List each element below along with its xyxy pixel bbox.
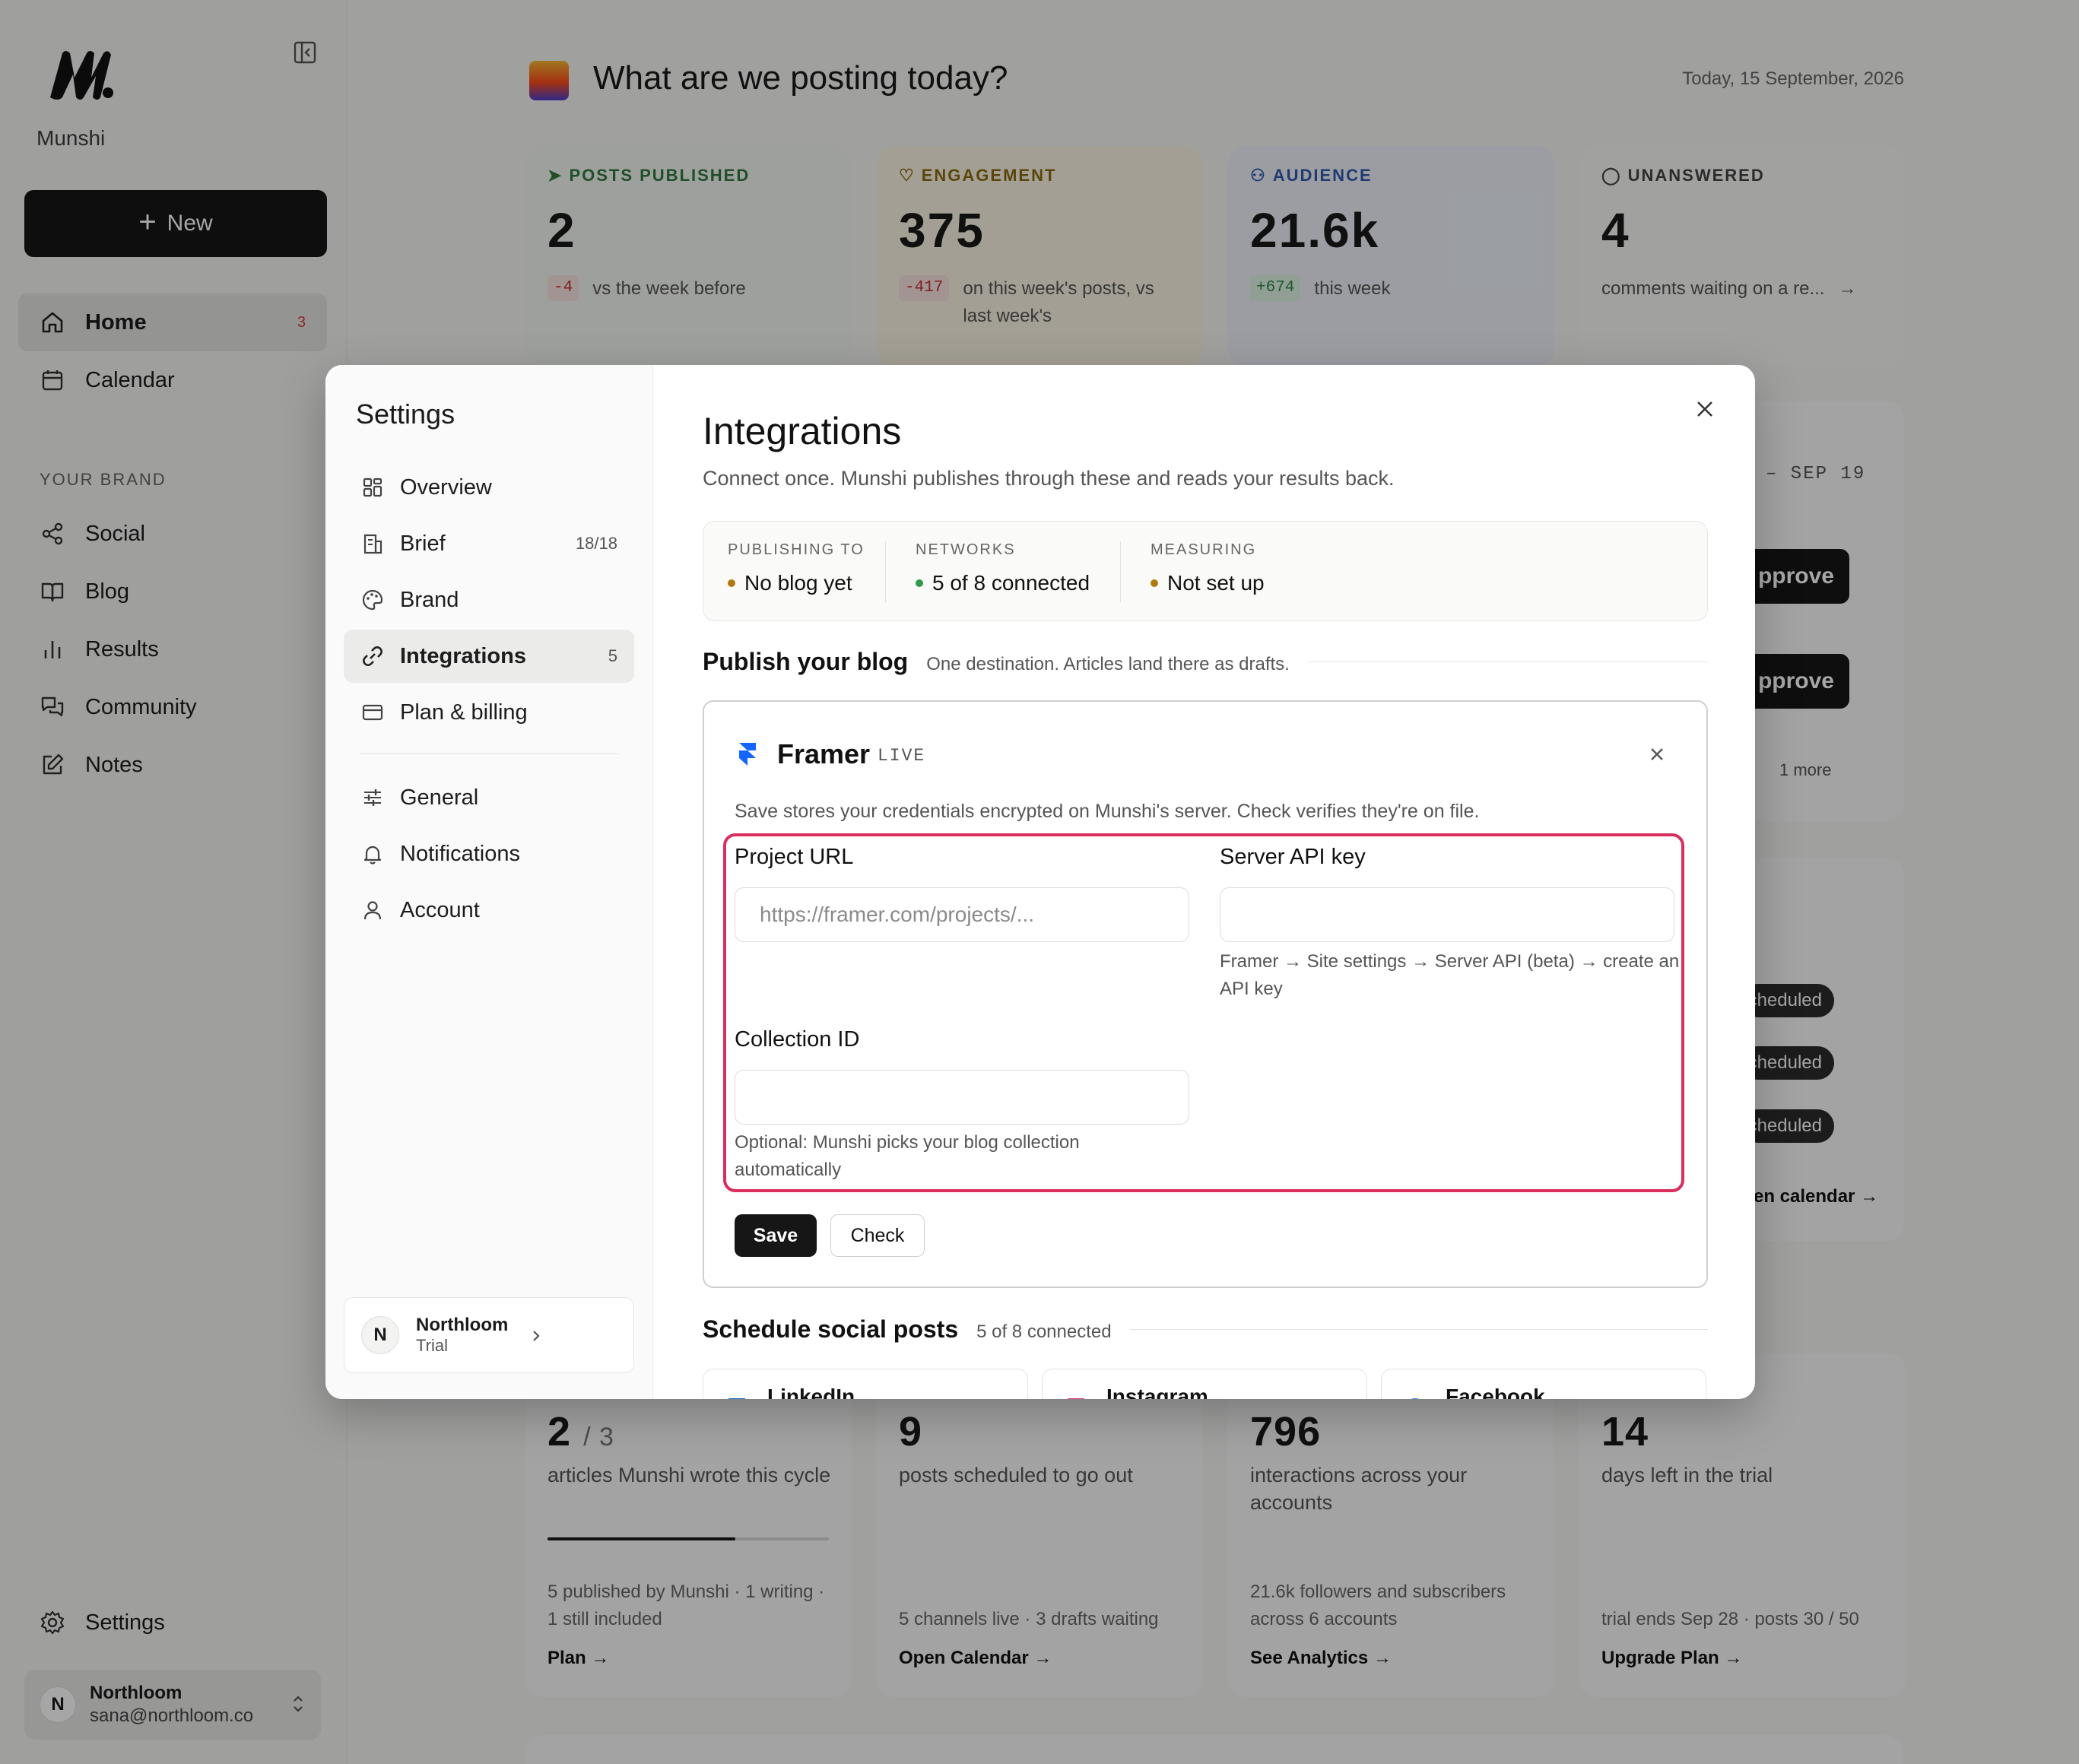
status-value: Not set up xyxy=(1167,571,1265,595)
social-section-header: Schedule social posts 5 of 8 connected xyxy=(703,1315,1708,1344)
status-separator xyxy=(885,541,886,602)
social-card-name: Instagram xyxy=(1106,1385,1208,1399)
link-icon xyxy=(363,646,382,666)
bell-icon xyxy=(363,846,382,865)
status-publishing: PUBLISHING TO No blog yet xyxy=(728,541,865,602)
blog-section-header: Publish your blog One destination. Artic… xyxy=(703,648,1708,676)
status-key: NETWORKS xyxy=(916,541,1016,558)
social-card-name: Facebook xyxy=(1446,1385,1545,1399)
collection-id-input[interactable] xyxy=(735,1070,1189,1125)
status-value: No blog yet xyxy=(744,571,852,595)
api-key-label: Server API key xyxy=(1220,845,1366,869)
status-separator xyxy=(1120,541,1121,602)
org-name: Northloom xyxy=(416,1315,509,1335)
integrations-panel: Integrations Connect once. Munshi publis… xyxy=(653,365,1755,1399)
user-icon xyxy=(363,901,382,920)
social-card-instagram[interactable]: Instagram xyxy=(1042,1369,1367,1399)
close-icon[interactable] xyxy=(1691,395,1719,423)
building-icon xyxy=(363,534,382,554)
grid-icon xyxy=(363,477,382,497)
settings-nav-label: General xyxy=(400,785,479,810)
credit-card-icon xyxy=(362,704,383,721)
instagram-icon xyxy=(1065,1398,1087,1399)
framer-logo-icon xyxy=(739,743,756,766)
social-card-name: LinkedIn xyxy=(767,1385,855,1399)
collection-id-label: Collection ID xyxy=(735,1027,860,1052)
framer-integration-card: Framer LIVE Save stores your credentials… xyxy=(703,700,1708,1288)
section-rule xyxy=(1129,1329,1708,1330)
linkedin-icon xyxy=(726,1398,747,1399)
collection-id-help: Optional: Munshi picks your blog collect… xyxy=(735,1132,1080,1180)
social-card-facebook[interactable]: Facebook xyxy=(1381,1369,1706,1399)
settings-nav-label: Notifications xyxy=(400,841,520,866)
blog-section-title: Publish your blog xyxy=(703,648,909,675)
settings-nav-label: Overview xyxy=(400,474,492,500)
settings-nav-label: Account xyxy=(400,897,480,922)
status-value: 5 of 8 connected xyxy=(932,571,1090,595)
social-section-title: Schedule social posts xyxy=(703,1315,959,1343)
blog-section-desc: One destination. Articles land there as … xyxy=(926,654,1290,674)
status-key: PUBLISHING TO xyxy=(728,541,865,558)
status-networks: NETWORKS 5 of 8 connected xyxy=(916,541,1090,602)
integration-status-strip: PUBLISHING TO No blog yet NETWORKS 5 of … xyxy=(703,521,1708,621)
framer-status-badge: LIVE xyxy=(878,746,926,766)
settings-nav-brand[interactable]: Brand xyxy=(344,573,634,627)
status-dot xyxy=(916,579,923,587)
integrations-subtitle: Connect once. Munshi publishes through t… xyxy=(703,467,1395,490)
status-key: MEASURING xyxy=(1151,541,1257,558)
save-button[interactable]: Save xyxy=(735,1214,817,1257)
api-key-help: Framer → Site settings → Server API (bet… xyxy=(1220,951,1680,999)
settings-nav-general[interactable]: General xyxy=(344,771,634,824)
org-switcher[interactable]: N Northloom Trial xyxy=(344,1297,634,1373)
social-card-linkedin[interactable]: LinkedIn xyxy=(703,1369,1028,1399)
settings-nav-notifications[interactable]: Notifications xyxy=(344,827,634,880)
status-dot xyxy=(728,579,735,587)
settings-nav-label: Integrations xyxy=(400,643,526,668)
settings-nav-account[interactable]: Account xyxy=(344,884,634,937)
project-url-label: Project URL xyxy=(735,845,854,869)
org-plan: Trial xyxy=(416,1336,448,1355)
settings-nav-overview[interactable]: Overview xyxy=(344,461,634,514)
framer-note: Save stores your credentials encrypted o… xyxy=(735,801,1480,822)
api-key-input[interactable] xyxy=(1220,887,1674,942)
settings-nav-brief[interactable]: Brief 18/18 xyxy=(344,517,634,570)
sliders-icon xyxy=(364,789,381,806)
settings-nav-label: Brand xyxy=(400,587,459,612)
org-avatar: N xyxy=(361,1316,399,1354)
integrations-title: Integrations xyxy=(703,410,902,452)
settings-nav-label: Brief xyxy=(400,531,446,556)
check-button[interactable]: Check xyxy=(830,1214,925,1257)
settings-nav: Settings Overview Brief 18/18 Brand Inte… xyxy=(325,365,653,1399)
palette-icon xyxy=(362,589,383,611)
integrations-count: 5 xyxy=(608,646,617,665)
status-dot xyxy=(1151,579,1158,587)
project-url-input[interactable] xyxy=(735,887,1189,942)
framer-name: Framer xyxy=(777,738,871,769)
settings-nav-plan-billing[interactable]: Plan & billing xyxy=(344,686,634,739)
social-section-desc: 5 of 8 connected xyxy=(976,1321,1112,1342)
settings-nav-integrations[interactable]: Integrations 5 xyxy=(344,630,634,683)
settings-modal: Settings Overview Brief 18/18 Brand Inte… xyxy=(325,365,1755,1399)
brief-count: 18/18 xyxy=(575,534,617,553)
settings-nav-label: Plan & billing xyxy=(400,700,528,725)
facebook-icon xyxy=(1405,1398,1426,1399)
chevron-right-icon xyxy=(533,1331,540,1341)
settings-title: Settings xyxy=(356,398,455,430)
remove-integration-icon[interactable] xyxy=(1647,744,1667,764)
status-measuring: MEASURING Not set up xyxy=(1151,541,1265,602)
